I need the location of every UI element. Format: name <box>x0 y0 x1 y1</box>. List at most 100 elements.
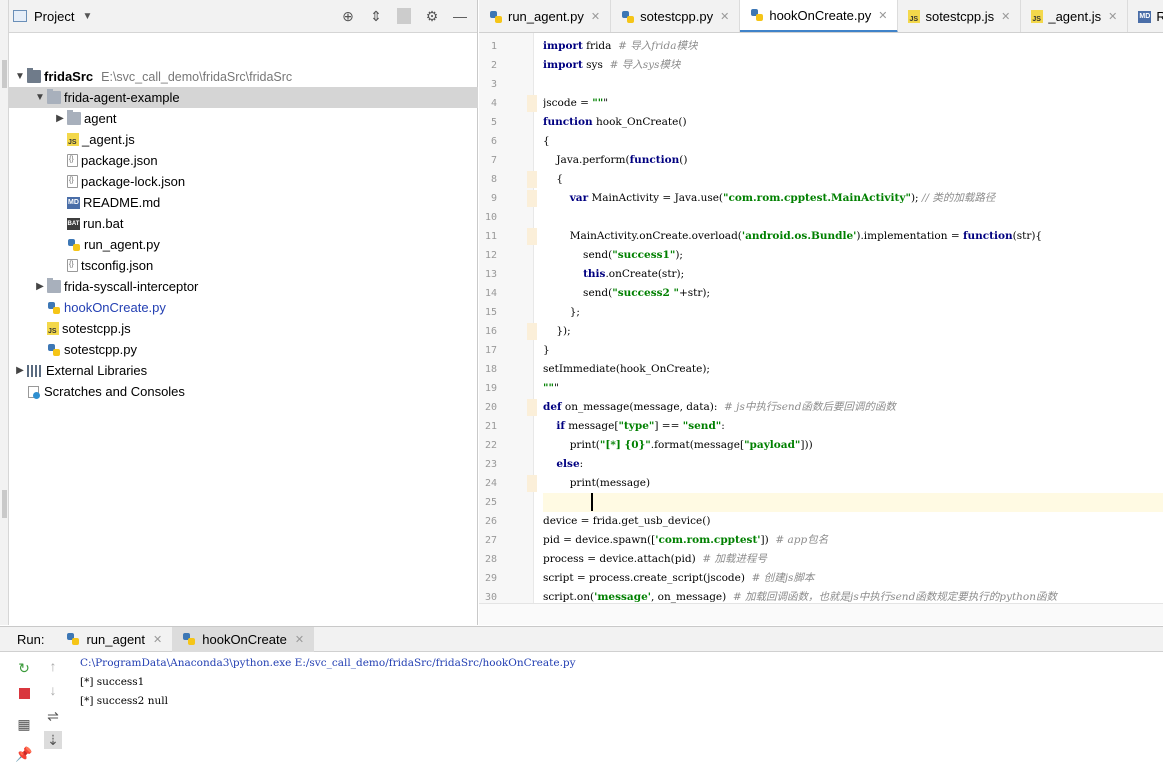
fold-marker[interactable] <box>527 190 537 207</box>
tree-item[interactable]: Scratches and Consoles <box>9 381 478 402</box>
code-line[interactable]: print(message) <box>543 474 650 493</box>
code-line[interactable]: var MainActivity = Java.use("com.rom.cpp… <box>543 189 996 208</box>
chevron-down-icon[interactable]: ▼ <box>33 92 47 103</box>
tree-item[interactable]: run_agent.py <box>9 234 478 255</box>
tree-item[interactable]: sotestcpp.py <box>9 339 478 360</box>
code-line[interactable]: send("success2 "+str); <box>543 284 710 303</box>
code-line[interactable]: { <box>543 132 550 151</box>
tree-item[interactable]: JS sotestcpp.js <box>9 318 478 339</box>
line-number: 14 <box>484 288 497 299</box>
stop-icon[interactable] <box>15 683 33 701</box>
run-toolbar: ↻ ↑ ↓ ⇌ ▦ ⇣ 📌 <box>0 653 70 766</box>
chevron-right-icon[interactable]: ▶ <box>33 281 47 292</box>
down-arrow-icon[interactable]: ↓ <box>44 681 62 699</box>
editor-tab[interactable]: run_agent.py ✕ <box>479 0 612 32</box>
code-line[interactable]: else: <box>543 455 583 474</box>
locate-icon[interactable]: ⊕ <box>341 8 355 25</box>
close-icon[interactable]: ✕ <box>720 10 729 23</box>
up-arrow-icon[interactable]: ↑ <box>44 657 62 675</box>
project-panel: Project ▼ ⊕ ⇕ ⚙ — ▼ fridaSrc E:\svc_call_d… <box>9 0 478 625</box>
code-line[interactable]: """ <box>543 379 559 398</box>
code-line[interactable]: pid = device.spawn(['com.rom.cpptest']) … <box>543 531 828 550</box>
project-panel-title[interactable]: Project <box>34 9 74 24</box>
run-console-output[interactable]: C:\ProgramData\Anaconda3\python.exe E:/s… <box>80 653 1080 711</box>
line-number: 11 <box>484 231 497 242</box>
close-icon[interactable]: ✕ <box>153 633 162 646</box>
fold-marker[interactable] <box>527 228 537 245</box>
tree-item[interactable]: package.json <box>9 150 478 171</box>
tree-item[interactable]: ▶ External Libraries <box>9 360 478 381</box>
code-area[interactable]: import frida # 导入frida模块 import sys # 导入s… <box>543 33 1163 603</box>
tree-item[interactable]: MD README.md <box>9 192 478 213</box>
collapse-all-icon[interactable]: ⇕ <box>369 8 383 25</box>
tool-strip-marker[interactable] <box>2 60 7 88</box>
code-line[interactable]: MainActivity.onCreate.overload('android.… <box>543 227 1042 246</box>
code-line[interactable]: this.onCreate(str); <box>543 265 684 284</box>
tree-item-label: sotestcpp.py <box>64 342 137 357</box>
code-line[interactable]: def on_message(message, data): # js中执行se… <box>543 398 896 417</box>
horizontal-scrollbar[interactable] <box>479 603 1163 625</box>
code-line[interactable]: }; <box>543 303 580 322</box>
line-number: 25 <box>484 497 497 508</box>
gear-icon[interactable]: ⚙ <box>425 8 439 25</box>
close-icon[interactable]: ✕ <box>1108 10 1117 23</box>
close-icon[interactable]: ✕ <box>591 10 600 23</box>
code-line[interactable]: device = frida.get_usb_device() <box>543 512 710 531</box>
code-line[interactable]: function hook_OnCreate() <box>543 113 687 132</box>
code-line[interactable]: { <box>543 170 563 189</box>
tree-item[interactable]: hookOnCreate.py <box>9 297 478 318</box>
tree-item[interactable]: ▶ agent <box>9 108 478 129</box>
close-icon[interactable]: ✕ <box>1001 10 1010 23</box>
editor-tab[interactable]: sotestcpp.py ✕ <box>611 0 741 32</box>
chevron-right-icon[interactable]: ▶ <box>13 365 27 376</box>
pin-icon[interactable]: 📌 <box>15 745 33 763</box>
rerun-icon[interactable]: ↻ <box>15 659 33 677</box>
code-line[interactable]: send("success1"); <box>543 246 683 265</box>
code-line[interactable]: process = device.attach(pid) # 加载进程号 <box>543 550 767 569</box>
code-line[interactable]: Java.perform(function() <box>543 151 687 170</box>
chevron-down-icon[interactable]: ▼ <box>82 11 92 22</box>
chevron-down-icon[interactable]: ▼ <box>13 71 27 82</box>
fold-marker[interactable] <box>527 323 537 340</box>
tree-item[interactable]: ▼ frida-agent-example <box>9 87 478 108</box>
code-line[interactable]: script.on('message', on_message) # 加载回调函… <box>543 588 1057 603</box>
tree-item[interactable]: JS _agent.js <box>9 129 478 150</box>
editor-tab[interactable]: JS _agent.js ✕ <box>1021 0 1129 32</box>
fold-marker[interactable] <box>527 475 537 492</box>
close-icon[interactable]: ✕ <box>295 633 304 646</box>
soft-wrap-icon[interactable]: ⇌ <box>44 707 62 725</box>
code-line[interactable]: import sys # 导入sys模块 <box>543 56 680 75</box>
run-tab[interactable]: run_agent ✕ <box>56 627 172 652</box>
layout-icon[interactable]: ▦ <box>15 715 33 733</box>
minimize-icon[interactable]: — <box>453 8 467 24</box>
code-line[interactable]: setImmediate(hook_OnCreate); <box>543 360 710 379</box>
tree-item[interactable]: ▼ fridaSrc E:\svc_call_demo\fridaSrc\frida… <box>9 66 478 87</box>
line-number: 3 <box>490 79 497 90</box>
tool-strip-marker[interactable] <box>2 490 7 518</box>
editor-tab[interactable]: JS sotestcpp.js ✕ <box>898 0 1022 32</box>
close-icon[interactable]: ✕ <box>878 9 887 22</box>
code-line[interactable]: } <box>543 341 550 360</box>
python-file-icon <box>47 301 61 315</box>
code-line[interactable]: jscode = """ <box>543 94 608 113</box>
fold-marker[interactable] <box>527 171 537 188</box>
scroll-end-icon[interactable]: ⇣ <box>44 731 62 749</box>
run-tab[interactable]: hookOnCreate ✕ <box>172 626 315 652</box>
code-line[interactable]: script = process.create_script(jscode) #… <box>543 569 814 588</box>
tree-item[interactable]: package-lock.json <box>9 171 478 192</box>
tree-item[interactable]: tsconfig.json <box>9 255 478 276</box>
line-number: 26 <box>484 516 497 527</box>
tree-item[interactable]: ▶ frida-syscall-interceptor <box>9 276 478 297</box>
code-line[interactable]: import frida # 导入frida模块 <box>543 37 697 56</box>
fold-marker[interactable] <box>527 95 537 112</box>
editor-tab[interactable]: hookOnCreate.py ✕ <box>740 0 899 32</box>
tree-item[interactable]: BAT run.bat <box>9 213 478 234</box>
code-line[interactable]: }); <box>543 322 570 341</box>
code-line[interactable]: if message["type"] == "send": <box>543 417 724 436</box>
tree-item-label: sotestcpp.js <box>62 321 131 336</box>
code-line[interactable]: print("[*] {0}".format(message["payload"… <box>543 436 813 455</box>
fold-marker[interactable] <box>527 399 537 416</box>
editor-tab[interactable]: MD README <box>1128 0 1163 32</box>
code-line[interactable] <box>543 493 1163 512</box>
chevron-right-icon[interactable]: ▶ <box>53 113 67 124</box>
